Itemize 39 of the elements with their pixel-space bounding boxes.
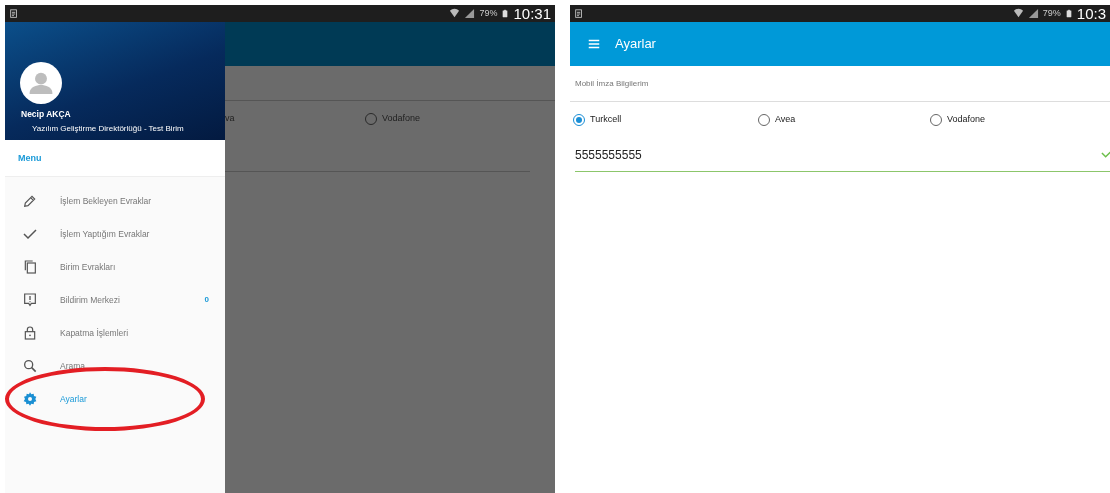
wifi-icon bbox=[1012, 8, 1024, 19]
lock-icon bbox=[22, 325, 38, 341]
app-bar-title: Ayarlar bbox=[615, 35, 656, 54]
menu-item[interactable]: Birim Evrakları bbox=[5, 250, 225, 284]
menu-item[interactable]: Kapatma İşlemleri bbox=[5, 316, 225, 350]
notification-icon bbox=[9, 8, 19, 19]
user-unit: Yazılım Geliştirme Direktörlüğü - Test Birim bbox=[32, 123, 184, 135]
status-time: 10:31 bbox=[513, 6, 551, 21]
notification-count: 0 bbox=[204, 294, 209, 306]
menu-item[interactable]: Ayarlar bbox=[5, 382, 225, 416]
avatar-icon bbox=[20, 62, 62, 104]
menu-item[interactable]: İşlem Bekleyen Evraklar bbox=[5, 184, 225, 218]
battery-icon bbox=[501, 8, 510, 19]
wifi-icon bbox=[449, 8, 461, 19]
radio-label: va bbox=[225, 112, 235, 126]
radio-label: Vodafone bbox=[382, 112, 421, 126]
menu-icon bbox=[587, 37, 601, 51]
copy-icon bbox=[22, 259, 38, 275]
signal-icon bbox=[464, 8, 476, 19]
battery-percent: 79% bbox=[1042, 6, 1061, 20]
radio-label: Avea bbox=[775, 113, 796, 127]
status-time: 10:3 bbox=[1076, 6, 1106, 21]
check-icon bbox=[22, 226, 38, 242]
signal-icon bbox=[1027, 8, 1039, 19]
search-icon bbox=[22, 358, 38, 374]
menu-title: Menu bbox=[5, 140, 225, 177]
pencil-icon bbox=[22, 193, 38, 209]
radio-label: Turkcell bbox=[590, 113, 622, 127]
battery-percent: 79% bbox=[479, 6, 498, 20]
notification-icon bbox=[574, 8, 584, 19]
battery-icon bbox=[1064, 8, 1073, 19]
phone-input-field[interactable]: 5555555555 bbox=[575, 138, 1110, 172]
user-name: Necip AKÇA bbox=[21, 108, 71, 121]
menu-item[interactable]: Bildirim Merkezi 0 bbox=[5, 283, 225, 317]
section-label: Mobil İmza Bilgilerim bbox=[570, 66, 1110, 102]
menu-item[interactable]: İşlem Yaptığım Evraklar bbox=[5, 217, 225, 251]
radio-label: Vodafone bbox=[947, 113, 986, 127]
alert-icon bbox=[22, 292, 38, 308]
settings-icon bbox=[22, 391, 38, 407]
